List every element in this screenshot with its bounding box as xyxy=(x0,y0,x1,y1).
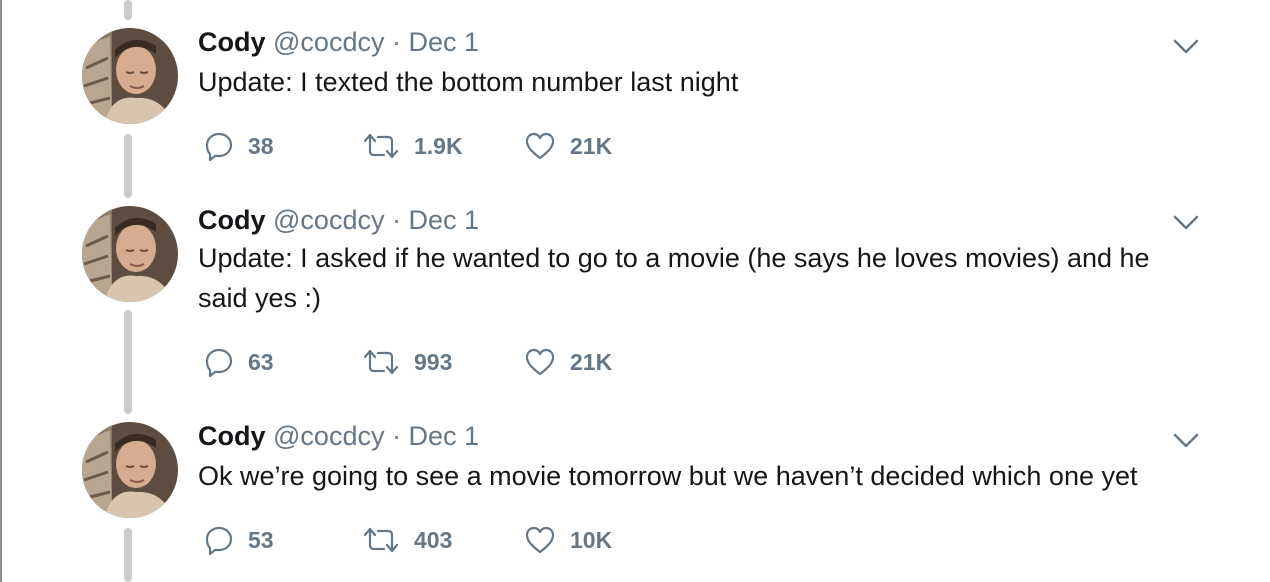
thread-line xyxy=(124,310,132,414)
heart-icon xyxy=(525,526,555,554)
separator: · xyxy=(391,205,401,235)
tweet-header: Cody @cocdcy · Dec 1 xyxy=(198,204,479,236)
tweet-text: Ok we’re going to see a movie tomorrow b… xyxy=(198,456,1208,496)
retweet-icon xyxy=(363,133,399,159)
avatar[interactable] xyxy=(82,28,178,124)
retweet-icon xyxy=(363,349,399,375)
retweet-count: 993 xyxy=(414,348,453,375)
tweet-text: Update: I texted the bottom number last … xyxy=(198,62,1208,102)
reply-icon xyxy=(205,526,233,555)
like-count: 21K xyxy=(570,348,613,375)
tweet-text: Update: I asked if he wanted to go to a … xyxy=(198,238,1208,318)
avatar-image xyxy=(82,28,178,124)
tweet-text-line: Update: I asked if he wanted to go to a … xyxy=(198,243,1150,273)
retweet-button[interactable]: 993 xyxy=(362,344,452,380)
retweet-count: 403 xyxy=(414,526,453,553)
heart-icon xyxy=(525,132,555,160)
reply-count: 38 xyxy=(248,132,274,159)
tweet-text-line: said yes :) xyxy=(198,283,322,313)
user-name[interactable]: Cody xyxy=(198,205,266,235)
tweet-date[interactable]: Dec 1 xyxy=(409,27,480,57)
user-name[interactable]: Cody xyxy=(198,421,266,451)
thread-line xyxy=(124,528,132,582)
like-button[interactable]: 21K xyxy=(524,128,612,164)
chevron-down-icon[interactable] xyxy=(1172,214,1200,232)
avatar[interactable] xyxy=(82,422,178,518)
thread-line xyxy=(124,134,132,198)
tweet-date[interactable]: Dec 1 xyxy=(409,205,480,235)
left-border xyxy=(0,0,2,582)
reply-icon xyxy=(205,132,233,161)
reply-button[interactable]: 63 xyxy=(204,344,274,380)
reply-count: 63 xyxy=(248,348,274,375)
heart-icon xyxy=(525,348,555,376)
chevron-down-icon[interactable] xyxy=(1172,432,1200,450)
retweet-button[interactable]: 403 xyxy=(362,522,452,558)
chevron-down-icon[interactable] xyxy=(1172,38,1200,56)
like-count: 10K xyxy=(570,526,613,553)
user-handle[interactable]: @cocdcy xyxy=(273,205,384,235)
separator: · xyxy=(391,27,401,57)
user-handle[interactable]: @cocdcy xyxy=(273,421,384,451)
separator: · xyxy=(391,421,401,451)
retweet-icon xyxy=(363,527,399,553)
reply-icon xyxy=(205,348,233,377)
like-count: 21K xyxy=(570,132,613,159)
tweet-text-line: Update: I texted the bottom number last … xyxy=(198,67,739,97)
tweet-header: Cody @cocdcy · Dec 1 xyxy=(198,420,479,452)
reply-button[interactable]: 38 xyxy=(204,128,274,164)
reply-button[interactable]: 53 xyxy=(204,522,274,558)
retweet-button[interactable]: 1.9K xyxy=(362,128,463,164)
reply-count: 53 xyxy=(248,526,274,553)
user-name[interactable]: Cody xyxy=(198,27,266,57)
tweet-date[interactable]: Dec 1 xyxy=(409,421,480,451)
like-button[interactable]: 10K xyxy=(524,522,612,558)
tweet-header: Cody @cocdcy · Dec 1 xyxy=(198,26,479,58)
avatar[interactable] xyxy=(82,206,178,302)
like-button[interactable]: 21K xyxy=(524,344,612,380)
thread-line xyxy=(124,0,132,20)
tweet-text-line: Ok we’re going to see a movie tomorrow b… xyxy=(198,461,1138,491)
retweet-count: 1.9K xyxy=(414,132,463,159)
avatar-image xyxy=(82,206,178,302)
user-handle[interactable]: @cocdcy xyxy=(273,27,384,57)
avatar-image xyxy=(82,422,178,518)
